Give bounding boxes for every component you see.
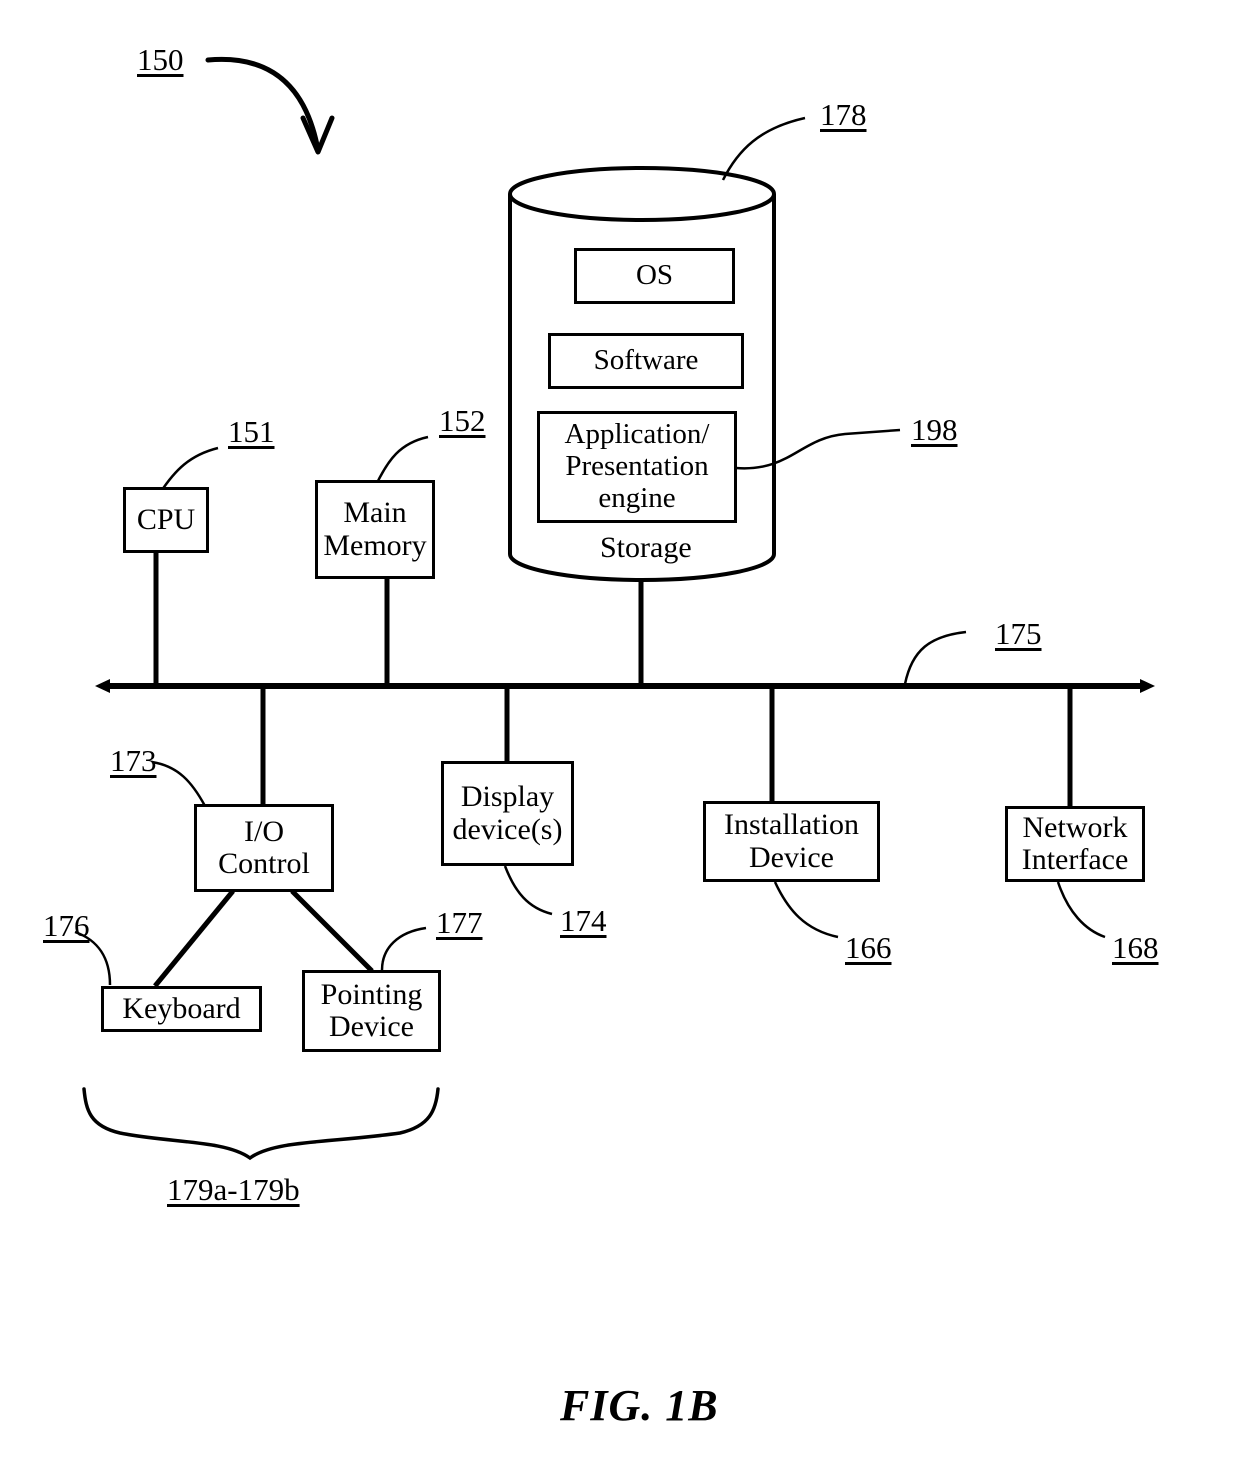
cpu-box[interactable]: CPU <box>123 487 209 553</box>
io-control-box[interactable]: I/O Control <box>194 804 334 892</box>
main-memory-ref-152: 152 <box>439 403 486 438</box>
network-interface-ref-168: 168 <box>1112 930 1159 965</box>
network-interface-label-line1: Network <box>1022 810 1128 844</box>
storage-ref-leader <box>721 116 806 181</box>
storage-os-label: OS <box>635 259 674 292</box>
display-devices-label-line1: Display <box>460 780 555 814</box>
main-memory-label-line2: Memory <box>323 528 427 562</box>
io-control-label-line1: I/O <box>244 814 284 848</box>
installation-device-ref-166: 166 <box>845 930 892 965</box>
figure-caption: FIG. 1B <box>560 1381 719 1430</box>
system-ref-150: 150 <box>137 42 184 77</box>
pointing-device-label-line1: Pointing <box>320 977 423 1011</box>
cpu-label: CPU <box>136 502 196 536</box>
main-memory-box[interactable]: Main Memory <box>315 480 435 579</box>
installation-device-label-line2: Device <box>749 840 834 874</box>
io-pointing-device-connector <box>290 889 374 973</box>
network-interface-label-line2: Interface <box>1021 843 1129 876</box>
network-ref-leader <box>1056 881 1106 939</box>
display-devices-label-line2: device(s) <box>452 812 563 846</box>
network-interface-box[interactable]: Network Interface <box>1005 806 1145 882</box>
cpu-ref-151: 151 <box>228 414 275 449</box>
keyboard-ref-176: 176 <box>43 908 90 943</box>
bus-ref-leader <box>903 630 967 685</box>
app-engine-label-line2: Presentation <box>565 450 709 483</box>
app-engine-label-line1: Application/ <box>564 418 710 451</box>
installation-ref-leader <box>773 881 839 939</box>
io-keyboard-connector <box>153 889 235 988</box>
diagram-lines-layer <box>74 56 1155 1161</box>
display-devices-ref-174: 174 <box>560 903 607 938</box>
pointing-device-box[interactable]: Pointing Device <box>302 970 441 1052</box>
keyboard-box[interactable]: Keyboard <box>101 986 262 1032</box>
installation-device-box[interactable]: Installation Device <box>703 801 880 882</box>
io-control-ref-leader <box>151 760 207 807</box>
main-memory-ref-leader <box>374 435 429 486</box>
storage-ref-178: 178 <box>820 97 867 132</box>
display-devices-box[interactable]: Display device(s) <box>441 761 574 866</box>
display-ref-leader <box>503 865 553 916</box>
app-engine-ref-198: 198 <box>911 412 958 447</box>
storage-app-presentation-engine-box[interactable]: Application/ Presentation engine <box>537 411 737 523</box>
bus-ref-175: 175 <box>995 616 1042 651</box>
installation-device-label-line1: Installation <box>724 808 859 842</box>
io-devices-group-ref: 179a-179b <box>167 1172 300 1207</box>
main-memory-label-line1: Main <box>343 496 407 530</box>
io-control-label-line2: Control <box>218 847 310 880</box>
storage-software-box[interactable]: Software <box>548 333 744 389</box>
io-control-ref-173: 173 <box>110 743 157 778</box>
storage-software-label: Software <box>593 344 699 377</box>
keyboard-label: Keyboard <box>122 991 241 1025</box>
storage-os-box[interactable]: OS <box>574 248 735 304</box>
pointing-device-ref-leader <box>380 926 427 971</box>
io-devices-brace <box>82 1087 440 1161</box>
pointing-device-label-line2: Device <box>329 1010 414 1043</box>
storage-label: Storage <box>600 531 692 564</box>
pointing-device-ref-177: 177 <box>436 905 483 940</box>
patent-figure-page: 150 178 OS Software Application/ Present… <box>0 0 1240 1481</box>
app-engine-label-line3: engine <box>598 481 676 514</box>
system-callout-arrow <box>205 56 335 155</box>
